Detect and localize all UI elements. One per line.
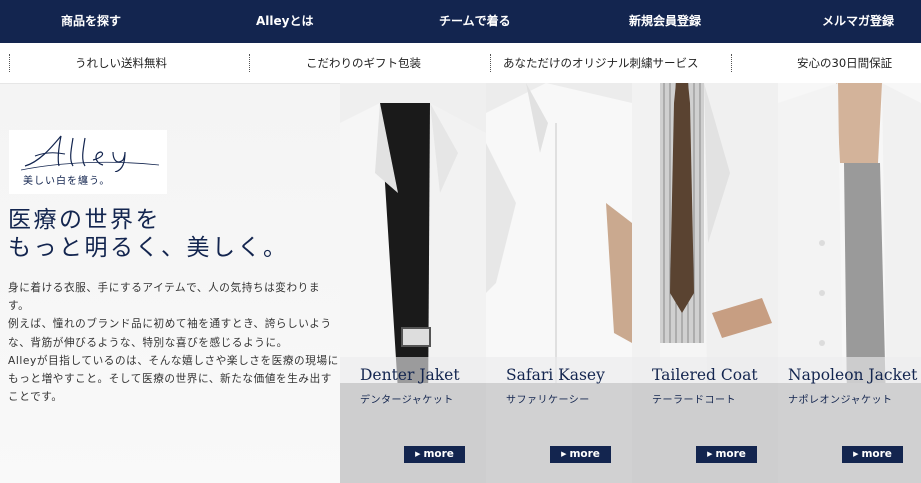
product-name-kana: ナポレオンジャケット (788, 395, 893, 406)
more-label: more (715, 448, 746, 460)
hero-body-text: 身に着ける衣服、手にするアイテムで、人の気持ちは変わります。 例えば、憧れのブラ… (8, 279, 340, 406)
nav-item-search-products[interactable]: 商品を探す (61, 0, 121, 43)
nav-item-about-alley[interactable]: Alleyとは (256, 0, 313, 43)
hero-headline-line1: 医療の世界を (8, 207, 161, 233)
product-name: Napoleon Jacket (788, 366, 918, 384)
more-label: more (861, 448, 892, 460)
brand-tagline: 美しい白を纏う。 (23, 176, 111, 187)
nav-item-member-register[interactable]: 新規会員登録 (629, 0, 701, 43)
subnav-free-shipping[interactable]: うれしい送料無料 (75, 43, 167, 83)
brand-intro-panel: 美しい白を纏う。 医療の世界を もっと明るく、美しく。 身に着ける衣服、手にする… (0, 84, 340, 483)
alley-logo-script (21, 135, 160, 172)
more-label: more (423, 448, 454, 460)
product-name-kana: サファリケーシー (506, 395, 590, 406)
sub-navigation: うれしい送料無料 こだわりのギフト包装 あなただけのオリジナル刺繍サービス 安心… (0, 43, 921, 84)
subnav-divider (731, 54, 732, 72)
more-button[interactable]: ▶ more (842, 446, 903, 463)
triangle-right-icon: ▶ (415, 450, 421, 458)
subnav-embroidery-service[interactable]: あなただけのオリジナル刺繍サービス (503, 43, 699, 83)
triangle-right-icon: ▶ (707, 450, 713, 458)
product-card-tailered-coat[interactable]: Tailered Coat テーラードコート ▶ more (632, 83, 778, 483)
more-label: more (569, 448, 600, 460)
product-card-napoleon-jacket[interactable]: Napoleon Jacket ナポレオンジャケット ▶ more (778, 83, 921, 483)
product-name-kana: デンタージャケット (360, 395, 454, 406)
hero-paragraph: 身に着ける衣服、手にするアイテムで、人の気持ちは変わります。 (8, 282, 321, 313)
subnav-divider (249, 54, 250, 72)
hero-paragraph: 例えば、憧れのブランド品に初めて袖を通すとき、誇らしいような、背筋が伸びるような… (8, 318, 332, 349)
product-name-kana: テーラードコート (652, 395, 736, 406)
nav-item-team-wear[interactable]: チームで着る (439, 0, 511, 43)
hero-paragraph: Alleyが目指しているのは、そんな嬉しさや楽しさを医療の現場にもっと増やすこと… (8, 354, 339, 404)
triangle-right-icon: ▶ (853, 450, 859, 458)
product-card-denter-jaket[interactable]: Denter Jaket デンタージャケット ▶ more (340, 83, 486, 483)
more-button[interactable]: ▶ more (404, 446, 465, 463)
product-name: Denter Jaket (360, 366, 460, 384)
product-card-safari-kasey[interactable]: Safari Kasey サファリケーシー ▶ more (486, 83, 632, 483)
hero-headline-line2: もっと明るく、美しく。 (8, 235, 289, 261)
more-button[interactable]: ▶ more (550, 446, 611, 463)
subnav-gift-wrapping[interactable]: こだわりのギフト包装 (306, 43, 421, 83)
subnav-divider (9, 54, 10, 72)
subnav-30day-guarantee[interactable]: 安心の30日間保証 (797, 43, 892, 83)
product-name: Safari Kasey (506, 366, 605, 384)
triangle-right-icon: ▶ (561, 450, 567, 458)
top-navigation: 商品を探す Alleyとは チームで着る 新規会員登録 メルマガ登録 (0, 0, 921, 43)
subnav-divider (490, 54, 491, 72)
brand-logo[interactable]: 美しい白を纏う。 (9, 130, 167, 194)
product-name: Tailered Coat (652, 366, 758, 384)
more-button[interactable]: ▶ more (696, 446, 757, 463)
hero-headline: 医療の世界を もっと明るく、美しく。 (8, 206, 289, 262)
nav-item-newsletter[interactable]: メルマガ登録 (822, 0, 894, 43)
